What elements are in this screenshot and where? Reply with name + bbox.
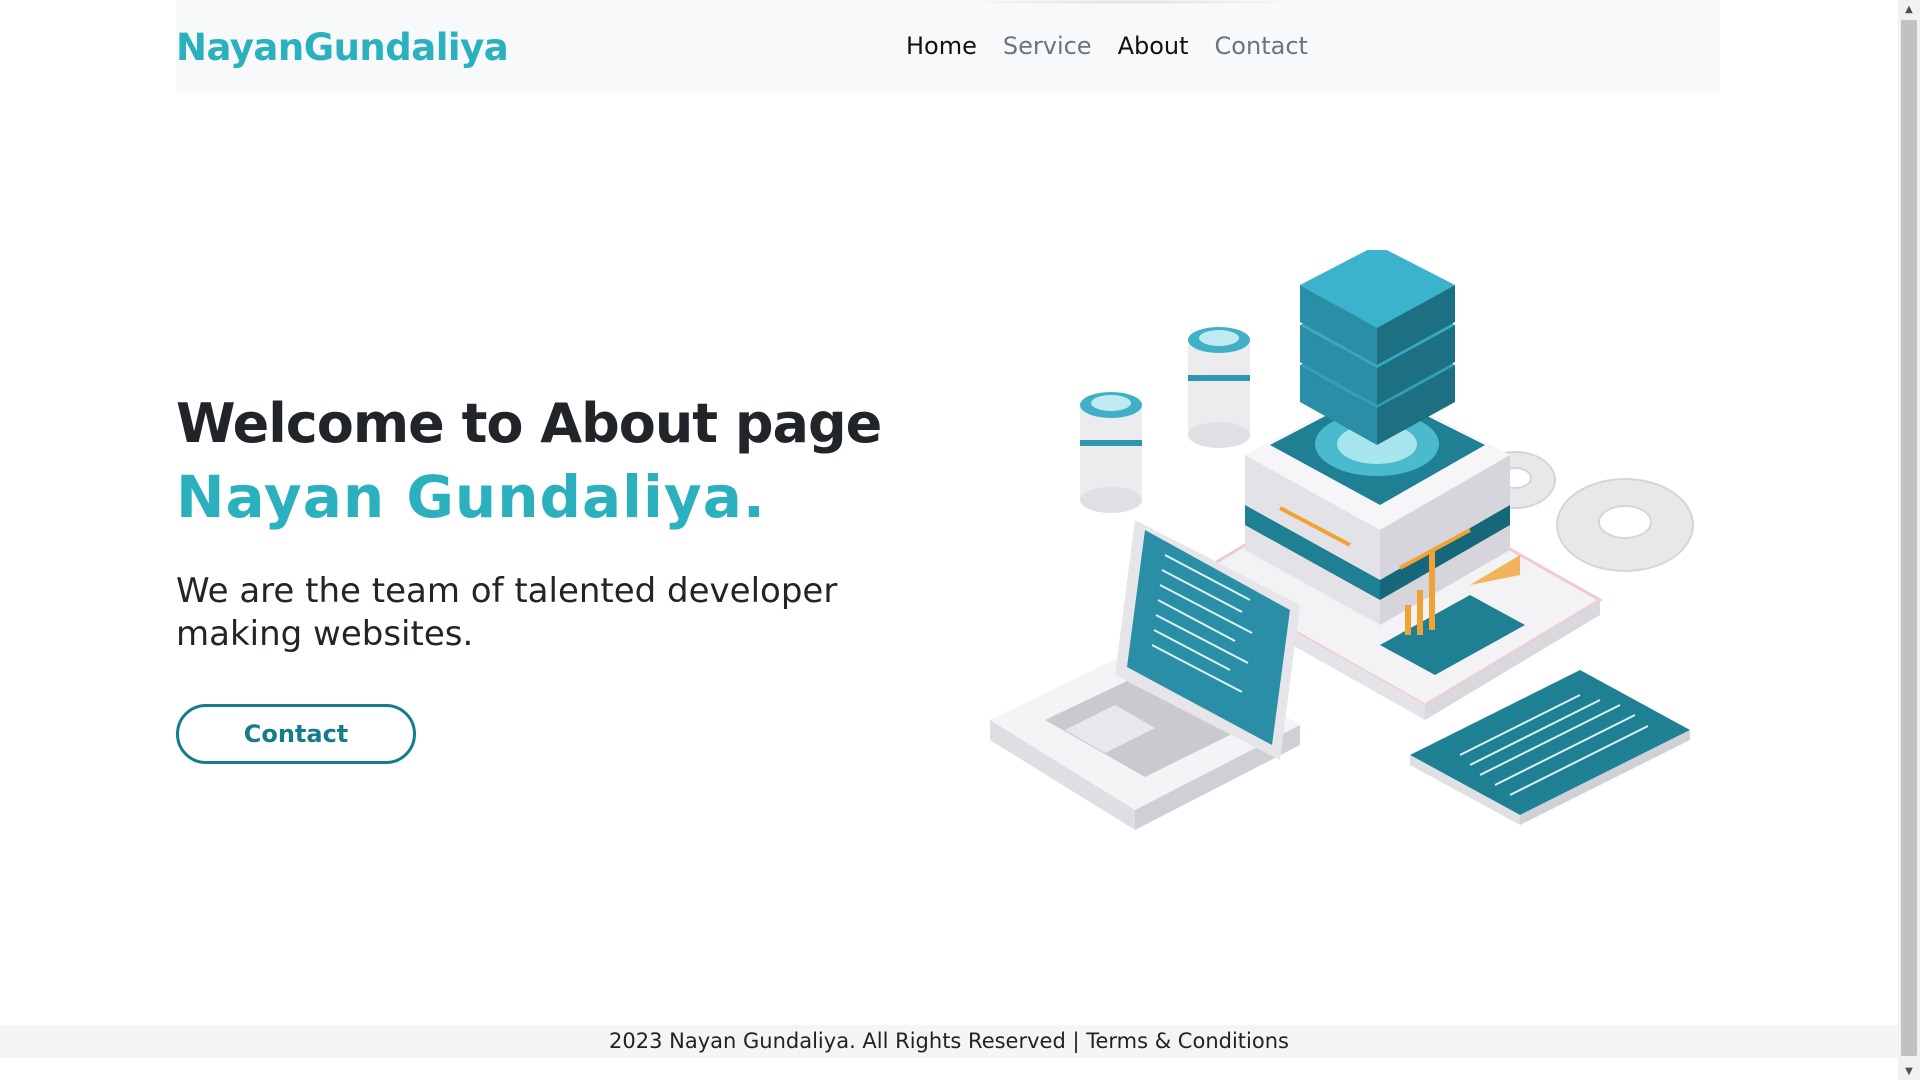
hero-name: Nayan Gundaliya.: [176, 463, 766, 531]
page: NayanGundaliya Home Service About Contac…: [0, 0, 1898, 1080]
scrollbar-thumb[interactable]: [1901, 20, 1917, 1056]
hero-title: Welcome to About page: [176, 392, 882, 455]
vertical-scrollbar[interactable]: ▲ ▼: [1898, 0, 1920, 1080]
navbar: NayanGundaliya Home Service About Contac…: [176, 0, 1720, 93]
contact-button[interactable]: Contact: [176, 704, 416, 764]
scroll-up-arrow-icon[interactable]: ▲: [1898, 0, 1920, 18]
scroll-down-arrow-icon[interactable]: ▼: [1898, 1062, 1920, 1080]
nav-link-contact[interactable]: Contact: [1215, 32, 1308, 60]
navbar-shadow: [956, 0, 1306, 4]
nav-links: Home Service About Contact: [906, 32, 1308, 60]
nav-link-home[interactable]: Home: [906, 32, 977, 60]
server-laptop-isometric-icon: [990, 245, 1694, 830]
server-laptop-illustration: [980, 245, 1700, 870]
footer-copyright: 2023 Nayan Gundaliya. All Rights Reserve…: [609, 1029, 1080, 1053]
nav-link-about[interactable]: About: [1118, 32, 1189, 60]
nav-link-service[interactable]: Service: [1003, 32, 1092, 60]
footer: 2023 Nayan Gundaliya. All Rights Reserve…: [0, 1025, 1898, 1058]
brand-logo[interactable]: NayanGundaliya: [176, 26, 509, 69]
footer-text-row: 2023 Nayan Gundaliya. All Rights Reserve…: [0, 1029, 1898, 1053]
terms-link[interactable]: Terms & Conditions: [1086, 1029, 1289, 1053]
hero-description: We are the team of talented developer ma…: [176, 571, 838, 654]
